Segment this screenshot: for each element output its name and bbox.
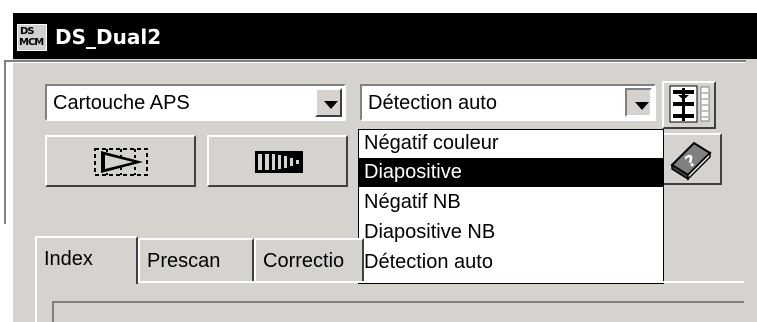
tab-correction-label: Correctio bbox=[263, 250, 345, 272]
filmstrip-icon bbox=[255, 151, 303, 173]
window-title: DS_Dual2 bbox=[55, 25, 162, 49]
app-icon[interactable]: DS MCM bbox=[17, 24, 47, 51]
tab-correction[interactable]: Correctio bbox=[254, 238, 364, 282]
scan-play-icon bbox=[94, 148, 148, 176]
option-diapositive-nb[interactable]: Diapositive NB bbox=[359, 218, 663, 247]
option-detection-auto[interactable]: Détection auto bbox=[359, 248, 663, 277]
help-button[interactable]: ? bbox=[656, 133, 722, 185]
filmstrip-button[interactable] bbox=[207, 135, 348, 187]
chevron-down-icon bbox=[324, 101, 338, 109]
settings-button[interactable] bbox=[662, 81, 716, 129]
tab-content-frame bbox=[52, 301, 744, 322]
chevron-down-icon bbox=[635, 102, 649, 110]
film-type-select[interactable]: Détection auto bbox=[360, 84, 656, 121]
film-type-value: Détection auto bbox=[368, 92, 497, 114]
app-icon-text-top: DS bbox=[20, 26, 34, 37]
film-holder-value: Cartouche APS bbox=[53, 92, 190, 114]
help-book-icon: ? bbox=[670, 141, 712, 181]
titlebar: DS MCM DS_Dual2 bbox=[13, 13, 757, 59]
tab-prescan[interactable]: Prescan bbox=[138, 238, 254, 282]
option-negatif-nb[interactable]: Négatif NB bbox=[359, 188, 663, 217]
tab-index[interactable]: Index bbox=[35, 236, 138, 284]
scan-button[interactable] bbox=[45, 135, 196, 187]
app-icon-text-bottom: MCM bbox=[19, 37, 44, 48]
option-negatif-couleur[interactable]: Négatif couleur bbox=[359, 130, 663, 158]
film-type-dropdown-list: Négatif couleur Diapositive Négatif NB D… bbox=[358, 129, 664, 284]
tab-index-label: Index bbox=[44, 248, 93, 270]
option-diapositive[interactable]: Diapositive bbox=[359, 158, 663, 187]
film-type-dropdown-button[interactable] bbox=[625, 88, 652, 117]
film-holder-select[interactable]: Cartouche APS bbox=[45, 84, 346, 121]
tab-prescan-label: Prescan bbox=[147, 250, 221, 272]
settings-slider-icon bbox=[669, 85, 710, 123]
film-holder-dropdown-button[interactable] bbox=[315, 88, 342, 117]
